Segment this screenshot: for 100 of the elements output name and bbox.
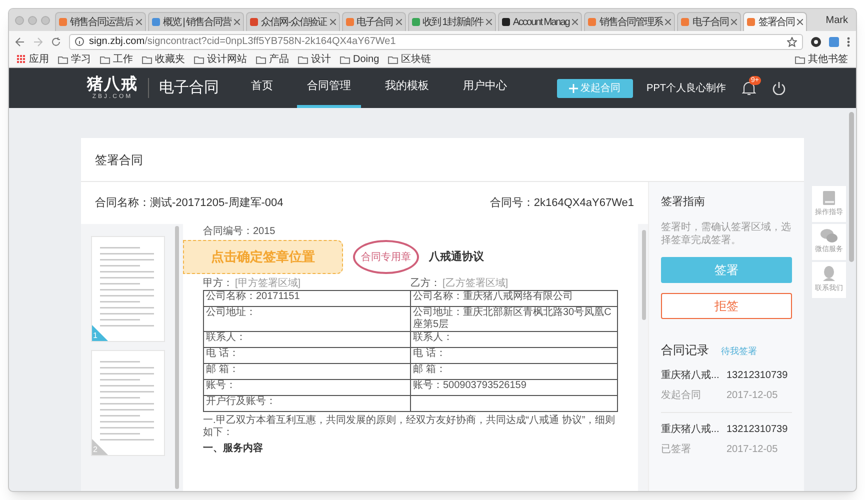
user-name[interactable]: PPT个人良心制作 <box>646 80 726 96</box>
info-icon <box>75 37 84 46</box>
table-cell: 账号： <box>204 380 410 396</box>
browser-tab[interactable]: 电子合同 <box>677 12 742 31</box>
bell-icon[interactable] <box>742 80 756 96</box>
page-number-badge: 1 <box>92 325 108 341</box>
document-title: 八戒通协议 <box>429 250 484 265</box>
address-field[interactable]: sign.zbj.com/signcontract?cid=0npL3ff5YB758N-2k164QX4aY67We1 <box>69 34 803 50</box>
folder-icon <box>388 56 398 64</box>
table-cell: 联系人： <box>410 332 618 348</box>
profile-name[interactable]: Mark <box>824 12 850 28</box>
browser-tab[interactable]: 电子合同 <box>342 12 406 31</box>
record-date: 2017-12-05 <box>726 442 779 456</box>
signature-area-hint: [乙方签署区域] <box>442 277 508 290</box>
contract-number: 合同号：2k164QX4aY67We1 <box>490 196 634 211</box>
close-icon[interactable] <box>234 19 240 25</box>
folder-icon <box>340 56 350 64</box>
close-icon[interactable] <box>572 19 578 25</box>
bookmark[interactable]: 应用 <box>17 52 49 67</box>
close-icon[interactable] <box>797 19 804 25</box>
close-icon[interactable] <box>330 19 336 25</box>
menu-icon[interactable] <box>847 36 850 46</box>
power-icon[interactable] <box>772 81 786 95</box>
record-action: 已签署 <box>661 442 692 456</box>
bookmark[interactable]: 产品 <box>256 52 289 67</box>
table-cell: 电 话： <box>204 348 410 364</box>
table-cell: 联系人： <box>204 332 410 348</box>
table-cell: 开户行及账号： <box>204 396 410 412</box>
guide-title: 签署指南 <box>661 195 706 210</box>
section-heading: 一、服务内容 <box>203 443 264 455</box>
browser-tab[interactable]: 签署合同 <box>743 12 808 31</box>
url-text: sign.zbj.com/signcontract?cid=0npL3ff5YB758N-2k164QX4aY67We1 <box>89 35 396 49</box>
bookmark[interactable]: Doing <box>340 52 380 67</box>
star-icon[interactable] <box>787 36 797 46</box>
tab-title: 销售合同运营后 <box>70 16 133 30</box>
table-cell: 邮 箱： <box>204 364 410 380</box>
tab-title: 电子合同 <box>356 16 392 30</box>
browser-tab[interactable]: 众信网-众信验证 <box>246 12 340 31</box>
browser-tab[interactable]: 销售合同运营后 <box>55 12 146 31</box>
tab-title: 电子合同 <box>692 16 728 30</box>
chat-bubbles-icon <box>820 228 838 244</box>
browser-tab[interactable]: 概览 | 销售合同营 <box>148 12 244 31</box>
person-icon <box>822 266 836 282</box>
browser-tab[interactable]: Account Manag <box>498 12 582 31</box>
folder-icon <box>256 56 266 64</box>
table-cell: 电 话： <box>410 348 618 364</box>
tab-title: 收到 1封新邮件 <box>422 16 483 30</box>
tab-title: Account Manag <box>512 16 570 30</box>
folder-icon <box>298 56 308 64</box>
nav-tab[interactable]: 首页 <box>241 68 283 108</box>
apps-grid-icon <box>17 55 26 64</box>
scrollbar[interactable] <box>642 230 646 320</box>
scrollbar[interactable] <box>849 112 854 262</box>
close-icon[interactable] <box>136 19 142 25</box>
bookmark[interactable]: 区块链 <box>388 52 432 67</box>
tab-title: 签署合同 <box>758 16 794 30</box>
table-cell: 公司名称：重庆猪八戒网络有限公司 <box>410 290 618 306</box>
product-title: 电子合同 <box>159 78 219 98</box>
bookmark[interactable]: 设计 <box>298 52 331 67</box>
record-action: 发起合同 <box>661 388 702 402</box>
scrollbar[interactable] <box>175 226 179 489</box>
record-phone: 13212310739 <box>726 422 789 436</box>
close-icon[interactable] <box>665 19 672 25</box>
table-cell: 公司名称：20171151 <box>204 290 410 306</box>
close-icon[interactable] <box>486 19 492 25</box>
record-company: 重庆猪八戒... <box>661 422 720 436</box>
bookmark[interactable]: 工作 <box>100 52 133 67</box>
bookmark[interactable]: 设计网站 <box>194 52 247 67</box>
folder-icon <box>100 56 110 64</box>
folder-icon <box>194 56 204 64</box>
document-paragraph: 一.甲乙双方本着互利互惠，共同发展的原则，经双方友好协商，共同达成“八戒通 协议”，细则如下： <box>203 415 616 439</box>
table-cell: 公司地址： <box>204 306 410 332</box>
back-arrow-icon[interactable] <box>15 36 25 46</box>
signature-area-hint: [甲方签署区域] <box>235 277 301 290</box>
party-label: 甲方： <box>203 277 233 290</box>
close-icon[interactable] <box>731 19 738 25</box>
record-date: 2017-12-05 <box>726 388 779 402</box>
book-icon <box>822 190 836 206</box>
bookmark[interactable]: 学习 <box>58 52 91 67</box>
table-cell: 公司地址：重庆北部新区青枫北路30号凤凰C座第5层 <box>410 306 618 332</box>
contract-name: 合同名称：测试-20171205-周建军-004 <box>95 196 284 211</box>
folder-icon <box>58 56 68 64</box>
tab-title: 概览 | 销售合同营 <box>163 16 232 30</box>
bookmark[interactable]: 收藏夹 <box>142 52 185 67</box>
table-cell: 账号：500903793526159 <box>410 380 618 396</box>
bookmark[interactable]: 其他书签 <box>795 52 848 67</box>
nav-tab[interactable]: 我的模板 <box>375 68 439 108</box>
records-title: 合同记录 <box>661 342 709 358</box>
party-label: 乙方： <box>410 277 440 290</box>
reload-icon[interactable] <box>51 36 61 46</box>
record-company: 重庆猪八戒... <box>661 368 720 382</box>
browser-tab[interactable]: 收到 1封新邮件 <box>408 12 496 31</box>
company-seal: 合同专用章 <box>353 240 419 274</box>
browser-tab[interactable]: 销售合同管理系 <box>584 12 676 31</box>
record-phone: 13212310739 <box>726 368 789 382</box>
folder-icon <box>795 56 805 64</box>
plus-icon <box>568 84 578 92</box>
close-icon[interactable] <box>396 19 402 25</box>
nav-tab[interactable]: 合同管理 <box>297 68 361 108</box>
nav-tab[interactable]: 用户中心 <box>453 68 517 108</box>
